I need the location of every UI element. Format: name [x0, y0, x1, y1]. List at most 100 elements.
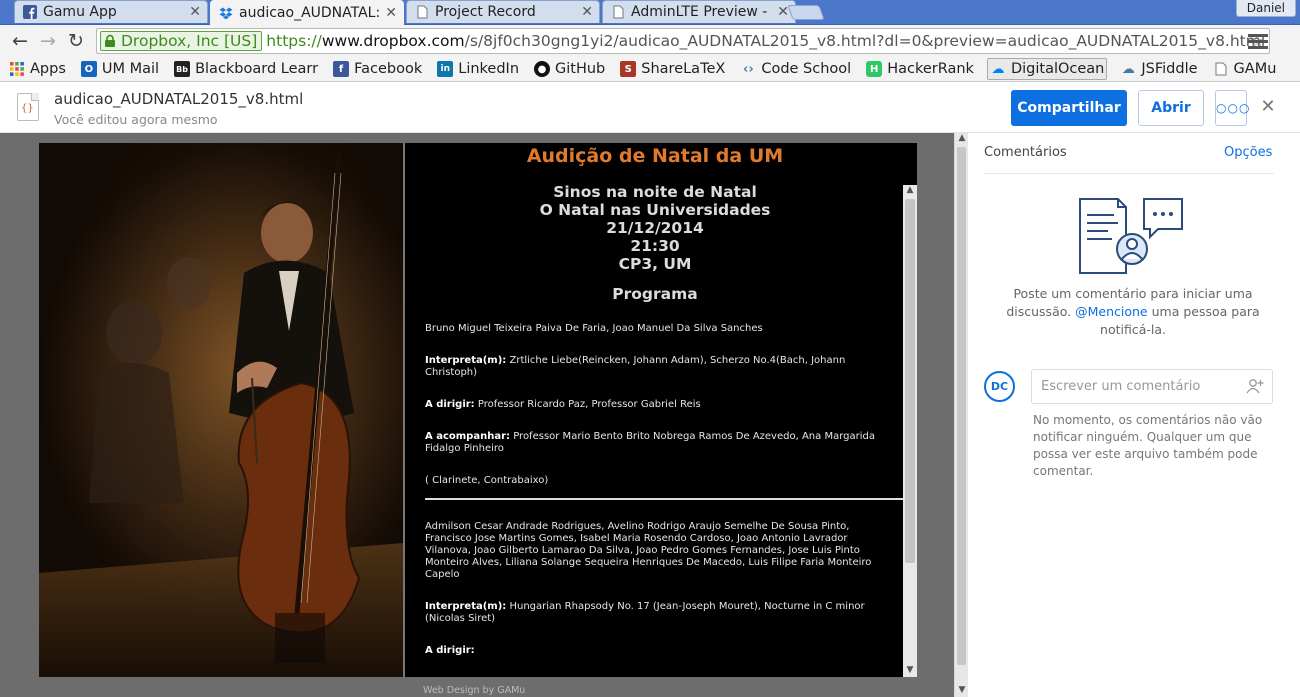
file-name: audicao_AUDNATAL2015_v8.html: [54, 90, 304, 108]
bookmark-code-school[interactable]: ‹› Code School: [738, 58, 853, 80]
interpreta-line: Interpreta(m): Zrtliche Liebe(Reincken, …: [425, 355, 887, 379]
tab-title: Project Record: [435, 4, 536, 20]
tab-title: audicao_AUDNATAL:: [239, 5, 381, 21]
tab-adminlte-preview[interactable]: AdminLTE Preview - ✕: [602, 0, 796, 23]
interpreta-label: Interpreta(m):: [425, 355, 507, 366]
tab-close-icon[interactable]: ✕: [189, 4, 201, 20]
scroll-down-arrow-icon[interactable]: ▼: [955, 685, 969, 697]
browser-tab-bar: Gamu App ✕ audicao_AUDNATAL: ✕ Project R…: [0, 0, 1300, 25]
tab-project-record[interactable]: Project Record ✕: [406, 0, 600, 23]
comment-input[interactable]: [1031, 369, 1273, 404]
tab-dropbox-audicao[interactable]: audicao_AUDNATAL: ✕: [210, 0, 404, 25]
bookmark-label: DigitalOcean: [1010, 61, 1105, 77]
hackerrank-icon: H: [866, 61, 883, 77]
event-program-content: Audição de Natal da UM Sinos na noite de…: [405, 143, 917, 677]
bookmark-label: HackerRank: [887, 61, 974, 77]
cloud-icon: ☁: [991, 61, 1005, 77]
bookmark-gamu[interactable]: GAMu: [1211, 58, 1279, 80]
browser-toolbar: ← → ↻ Dropbox, Inc [US] https://www.drop…: [0, 25, 1300, 57]
tab-gamu-app[interactable]: Gamu App ✕: [14, 0, 208, 23]
bookmark-label: ShareLaTeX: [641, 61, 726, 77]
event-subtitle-line: Sinos na noite de Natal: [553, 183, 757, 201]
add-person-icon[interactable]: [1246, 378, 1264, 394]
bookmark-jsfiddle[interactable]: ☁ JSFiddle: [1118, 58, 1199, 80]
comments-notification-note: No momento, os comentários não vão notif…: [1033, 413, 1263, 478]
url-scheme: https://: [266, 32, 322, 50]
scroll-down-arrow-icon[interactable]: ▼: [903, 665, 917, 677]
bookmark-label: GAMu: [1233, 61, 1277, 77]
linkedin-icon: in: [437, 61, 454, 77]
scrollbar-thumb[interactable]: [905, 199, 915, 563]
section-divider: [425, 498, 903, 500]
ev-label: Dropbox, Inc [US]: [121, 32, 258, 50]
bookmark-hackerrank[interactable]: H HackerRank: [864, 58, 976, 80]
profile-badge[interactable]: Daniel: [1235, 0, 1296, 17]
cloud-icon: ☁: [1121, 61, 1135, 77]
github-icon: ●: [534, 61, 551, 77]
bookmark-facebook[interactable]: f Facebook: [331, 58, 424, 80]
mention-link[interactable]: @Mencione: [1075, 304, 1148, 319]
browser-menu-icon[interactable]: [1248, 31, 1268, 51]
back-arrow-icon[interactable]: ←: [8, 29, 32, 53]
tab-close-icon[interactable]: ✕: [581, 4, 593, 20]
scroll-up-arrow-icon[interactable]: ▲: [955, 133, 969, 145]
new-tab-button[interactable]: [787, 5, 825, 20]
code-icon: ‹›: [742, 61, 754, 77]
scroll-up-arrow-icon[interactable]: ▲: [903, 185, 917, 197]
lock-icon: [105, 34, 115, 47]
acompanhar-label: A acompanhar:: [425, 431, 511, 442]
scrollbar-thumb[interactable]: [957, 147, 966, 665]
comments-empty-illustration: [1079, 198, 1183, 274]
event-date: 21/12/2014: [606, 219, 704, 237]
forward-arrow-icon[interactable]: →: [36, 29, 60, 53]
event-time: 21:30: [630, 237, 680, 255]
dirigir-line: A dirigir: Professor Ricardo Paz, Profes…: [425, 399, 887, 411]
bookmark-blackboard[interactable]: Bb Blackboard Learr: [172, 58, 320, 80]
sharelatex-icon: S: [620, 61, 637, 77]
bookmark-apps[interactable]: Apps: [7, 58, 68, 80]
tab-title: Gamu App: [43, 4, 117, 20]
preview-scrollbar[interactable]: ▲ ▼: [954, 133, 968, 697]
dirigir-value: Professor Ricardo Paz, Professor Gabriel…: [474, 399, 701, 410]
bookmark-digitalocean[interactable]: ☁ DigitalOcean: [986, 58, 1108, 80]
page-footer: Web Design by GAMu: [423, 685, 526, 696]
acompanhar-line: A acompanhar: Professor Mario Bento Brit…: [425, 431, 887, 455]
bookmark-label: Facebook: [354, 61, 423, 77]
event-subtitle-line: O Natal nas Universidades: [539, 201, 771, 219]
open-button[interactable]: Abrir: [1138, 90, 1204, 126]
performers-list: Bruno Miguel Teixeira Paiva De Faria, Jo…: [425, 323, 763, 334]
url-host: www.dropbox.com: [321, 32, 465, 50]
file-status: Você editou agora mesmo: [54, 112, 218, 127]
event-location: CP3, UM: [618, 255, 692, 273]
html-document-preview: Audição de Natal da UM Sinos na noite de…: [39, 143, 917, 677]
document-icon: [613, 5, 624, 19]
bookmark-um-mail[interactable]: O UM Mail: [79, 58, 161, 80]
bookmark-label: Blackboard Learr: [195, 61, 319, 77]
share-button[interactable]: Compartilhar: [1011, 90, 1127, 126]
facebook-icon: f: [333, 61, 350, 77]
dropbox-icon: [219, 7, 233, 20]
file-preview-area: Audição de Natal da UM Sinos na noite de…: [0, 133, 968, 697]
reload-icon[interactable]: ↻: [64, 29, 88, 53]
bookmark-label: GitHub: [555, 61, 606, 77]
comments-empty-message: Poste um comentário para iniciar uma dis…: [998, 285, 1268, 339]
event-title: Audição de Natal da UM: [526, 145, 784, 167]
bookmark-sharelatex[interactable]: S ShareLaTeX: [618, 58, 727, 80]
close-icon[interactable]: ✕: [1258, 97, 1278, 117]
more-options-button[interactable]: ○○○: [1215, 90, 1249, 126]
bookmark-label: Code School: [761, 61, 852, 77]
comments-title: Comentários: [984, 145, 1067, 160]
bookmark-linkedin[interactable]: in LinkedIn: [435, 58, 521, 80]
address-bar[interactable]: Dropbox, Inc [US] https://www.dropbox.co…: [96, 28, 1270, 54]
comments-options-link[interactable]: Opções: [1224, 145, 1272, 160]
html-file-icon: {}: [17, 93, 39, 121]
performers-list: Admilson Cesar Andrade Rodrigues, Avelin…: [425, 521, 872, 580]
tab-close-icon[interactable]: ✕: [385, 5, 397, 21]
ev-certificate-badge[interactable]: Dropbox, Inc [US]: [100, 31, 263, 51]
instruments-line: ( Clarinete, Contrabaixo): [425, 475, 549, 486]
bookmark-label: LinkedIn: [458, 61, 520, 77]
dirigir-label: A dirigir:: [425, 645, 475, 656]
bookmark-github[interactable]: ● GitHub: [532, 58, 607, 80]
double-bass-illustration: [39, 143, 403, 677]
document-scrollbar[interactable]: ▲ ▼: [903, 185, 917, 677]
